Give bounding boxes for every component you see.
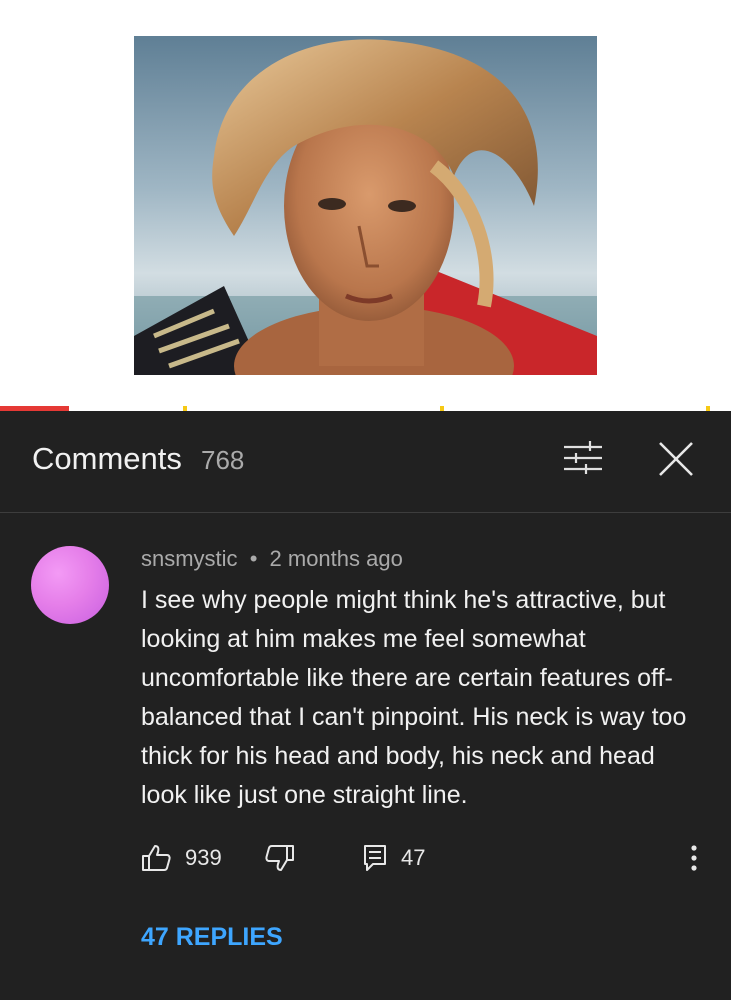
close-comments-button[interactable] [654,437,698,481]
avatar[interactable] [31,546,109,624]
sort-filter-icon [564,441,602,474]
comment-reply-icon [364,845,386,871]
comment-actions: 939 47 [141,838,711,878]
comment-meta: snsmystic • 2 months ago [141,546,403,572]
video-player[interactable] [0,0,731,411]
reply-button[interactable]: 47 [363,838,425,878]
comments-panel: Comments 768 snsmystic • 2 months ago I … [0,411,731,1000]
reply-count: 47 [401,845,426,870]
comments-title: Comments [32,441,182,476]
thumbs-up-icon [142,845,171,871]
video-thumbnail-image [134,36,597,375]
like-button[interactable]: 939 [141,838,222,878]
like-count: 939 [185,845,222,870]
comments-header: Comments 768 [0,411,731,513]
comment-more-button[interactable] [679,838,709,878]
thumbs-down-icon [265,845,294,871]
comment-item: snsmystic • 2 months ago I see why peopl… [0,513,731,1000]
dislike-button[interactable] [265,838,295,878]
view-replies-link[interactable]: 47 REPLIES [141,923,283,952]
meta-separator: • [249,546,258,571]
comment-text: I see why people might think he's attrac… [141,586,687,809]
more-vert-icon [691,845,697,871]
close-icon [659,442,693,476]
comment-author[interactable]: snsmystic [141,546,238,571]
comments-count: 768 [201,445,245,475]
comment-timestamp[interactable]: 2 months ago [270,546,403,571]
sort-filter-button[interactable] [560,437,606,479]
